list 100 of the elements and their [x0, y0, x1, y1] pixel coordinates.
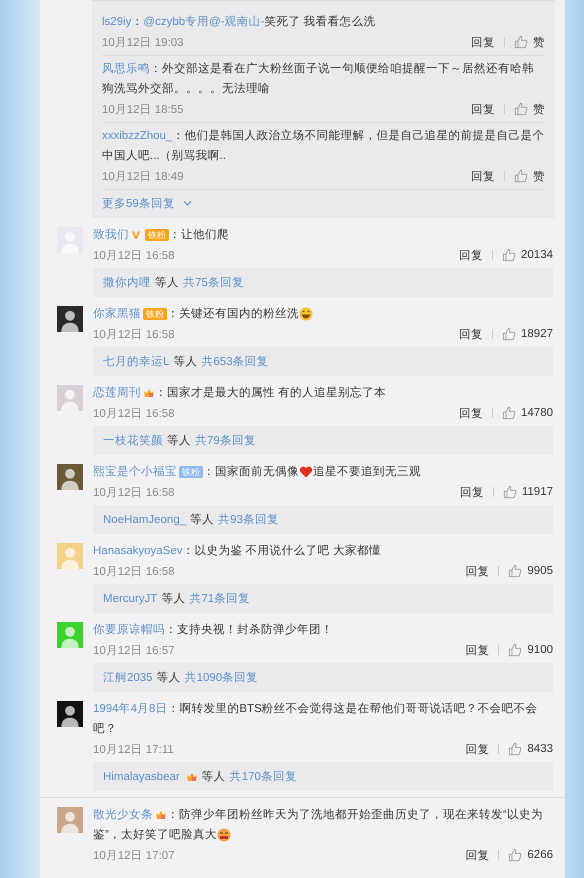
- like-count[interactable]: 9905: [527, 565, 553, 578]
- reply-link[interactable]: 回复: [471, 168, 495, 184]
- like-link[interactable]: 赞: [533, 102, 545, 117]
- others-label: 等人: [173, 354, 198, 370]
- reply-count-link[interactable]: 共79条回复: [195, 433, 256, 448]
- thumbs-up-icon[interactable]: [514, 35, 528, 50]
- user-name[interactable]: 撒你内哩: [103, 275, 151, 290]
- thumbs-up-icon[interactable]: [514, 169, 528, 184]
- user-name[interactable]: 熙宝是个小福宝: [93, 466, 177, 478]
- user-name[interactable]: 你要原谅帽吗: [93, 624, 165, 636]
- others-label: 等人: [155, 276, 179, 290]
- like-count[interactable]: 6266: [527, 849, 553, 862]
- reply-text: xxxibzzZhou_：他们是韩国人政治立场不同能理解，但是自己追星的前提是自己是个中国人吧...（别骂我啊..: [102, 128, 545, 164]
- v-badge-icon: [131, 230, 141, 240]
- crying-face-icon: [216, 828, 231, 842]
- user-name[interactable]: 1994年4月8日: [93, 703, 168, 716]
- fan-badge: 铁粉: [179, 466, 203, 478]
- reply-link[interactable]: 回复: [465, 742, 490, 757]
- like-count[interactable]: 8433: [527, 743, 553, 756]
- reply-count-link[interactable]: 共1090条回复: [184, 670, 258, 686]
- reply-count-link[interactable]: 共71条回复: [189, 591, 250, 606]
- reply-count-link[interactable]: 共75条回复: [183, 275, 244, 290]
- reply-link[interactable]: 回复: [465, 564, 490, 579]
- timestamp: 10月12日 17:07: [93, 848, 175, 863]
- thumbs-up-icon[interactable]: [508, 564, 522, 578]
- thumbs-up-icon[interactable]: [514, 102, 528, 116]
- reply-text: ls29iy：@czybb专用@-观南山-笑死了 我看看怎么洗: [102, 14, 377, 30]
- others-label: 等人: [202, 770, 226, 784]
- thumbs-up-icon[interactable]: [502, 406, 516, 420]
- like-count[interactable]: 20134: [521, 249, 553, 262]
- user-name[interactable]: 恋莲周刊: [93, 387, 141, 400]
- timestamp: 10月12日 19:03: [102, 36, 184, 50]
- timestamp: 10月12日 16:58: [93, 406, 175, 421]
- user-name[interactable]: 致我们: [93, 229, 129, 242]
- like-count[interactable]: 14780: [521, 407, 553, 420]
- timestamp: 10月12日 16:57: [93, 644, 175, 658]
- more-replies-link[interactable]: 更多59条回复: [102, 196, 175, 211]
- user-name[interactable]: MercuryJT: [103, 592, 158, 605]
- reply-link[interactable]: 回复: [460, 484, 484, 500]
- others-label: 等人: [190, 512, 214, 528]
- fan-badge: 铁粉: [145, 229, 169, 242]
- thumbs-up-icon[interactable]: [508, 742, 522, 756]
- fan-badge: 铁粉: [143, 308, 167, 320]
- user-name[interactable]: HanasakyoyaSev: [93, 545, 182, 558]
- comment-text: HanasakyoyaSev：以史为鉴 不用说什么了吧 大家都懂: [93, 543, 382, 560]
- reply-link[interactable]: 回复: [471, 102, 495, 117]
- comment-text: 散光少女条 ：防弹少年团粉丝昨天为了洗地都开始歪曲历史了，现在来转发“以史为鉴”，太好笑了吧脸真大: [93, 808, 544, 844]
- avatar[interactable]: [57, 306, 83, 332]
- comment-text: 恋莲周刊 ：国家才是最大的属性 有的人追星别忘了本: [93, 385, 388, 402]
- reply-text: 风思乐鸣：外交部这是看在广大粉丝面子说一句顺便给咱提醒一下～居然还有哈韩狗洗骂外交部。。。。无法理喻: [102, 61, 535, 98]
- reply-link[interactable]: 回复: [465, 848, 490, 863]
- timestamp: 10月12日 16:58: [93, 328, 175, 342]
- reply-link[interactable]: 回复: [459, 326, 484, 342]
- user-name[interactable]: ls29iy: [102, 16, 132, 28]
- reply-count-link[interactable]: 共93条回复: [218, 512, 279, 528]
- thumbs-up-icon[interactable]: [508, 848, 522, 862]
- thumbs-up-icon[interactable]: [508, 643, 522, 658]
- chevron-down-icon[interactable]: [182, 200, 192, 206]
- avatar[interactable]: [57, 701, 83, 728]
- timestamp: 10月12日 16:58: [93, 564, 175, 579]
- mention-link[interactable]: @czybb专用: [143, 16, 210, 28]
- thumbs-up-icon[interactable]: [502, 248, 516, 262]
- timestamp: 10月12日 18:55: [102, 102, 184, 117]
- others-label: 等人: [156, 670, 181, 686]
- comment-text: 熙宝是个小福宝 铁粉 ：国家面前无偶像 追星不要追到无三观: [93, 464, 422, 482]
- reply-link[interactable]: 回复: [471, 34, 495, 50]
- user-name[interactable]: 散光少女条: [93, 809, 153, 822]
- user-name[interactable]: 七月的幸运L: [103, 354, 170, 370]
- user-name[interactable]: Himalayasbear: [103, 770, 180, 783]
- user-name[interactable]: 你家黑猫: [93, 308, 141, 320]
- others-label: 等人: [161, 592, 186, 606]
- reply-link[interactable]: 回复: [459, 406, 484, 421]
- reply-link[interactable]: 回复: [465, 642, 490, 658]
- timestamp: 10月12日 17:11: [93, 742, 174, 757]
- like-link[interactable]: 赞: [533, 168, 545, 184]
- like-link[interactable]: 赞: [533, 34, 545, 50]
- user-name[interactable]: 一枝花笑颜: [103, 433, 163, 448]
- user-name[interactable]: xxxibzzZhou_: [102, 130, 172, 142]
- mention-link[interactable]: @-观南山-: [209, 16, 264, 28]
- crown-icon: [155, 809, 167, 822]
- heart-icon: [299, 465, 313, 480]
- reply-count-link[interactable]: 共170条回复: [230, 769, 297, 784]
- thumbs-up-icon[interactable]: [502, 485, 517, 500]
- reply-link[interactable]: 回复: [459, 248, 484, 263]
- reply-count-link[interactable]: 共653条回复: [201, 354, 269, 370]
- comment-text: 致我们 铁粉 ：让他们爬: [93, 228, 230, 244]
- like-count[interactable]: 11917: [522, 486, 553, 498]
- comment-text: 你要原谅帽吗：支持央视！封杀防弹少年团！: [93, 622, 334, 638]
- like-count[interactable]: 9100: [527, 644, 553, 656]
- user-name[interactable]: 江舸2035: [103, 670, 153, 686]
- crown-icon: [186, 770, 198, 783]
- timestamp: 10月12日 16:58: [93, 486, 175, 500]
- thumbs-up-icon[interactable]: [502, 327, 516, 342]
- like-count[interactable]: 18927: [521, 328, 553, 340]
- others-label: 等人: [167, 434, 191, 448]
- user-name[interactable]: NoeHamJeong_: [103, 514, 186, 526]
- user-name[interactable]: 风思乐鸣: [102, 63, 150, 76]
- laughing-face-icon: [299, 307, 313, 322]
- timestamp: 10月12日 18:49: [102, 170, 184, 184]
- avatar[interactable]: [57, 464, 83, 490]
